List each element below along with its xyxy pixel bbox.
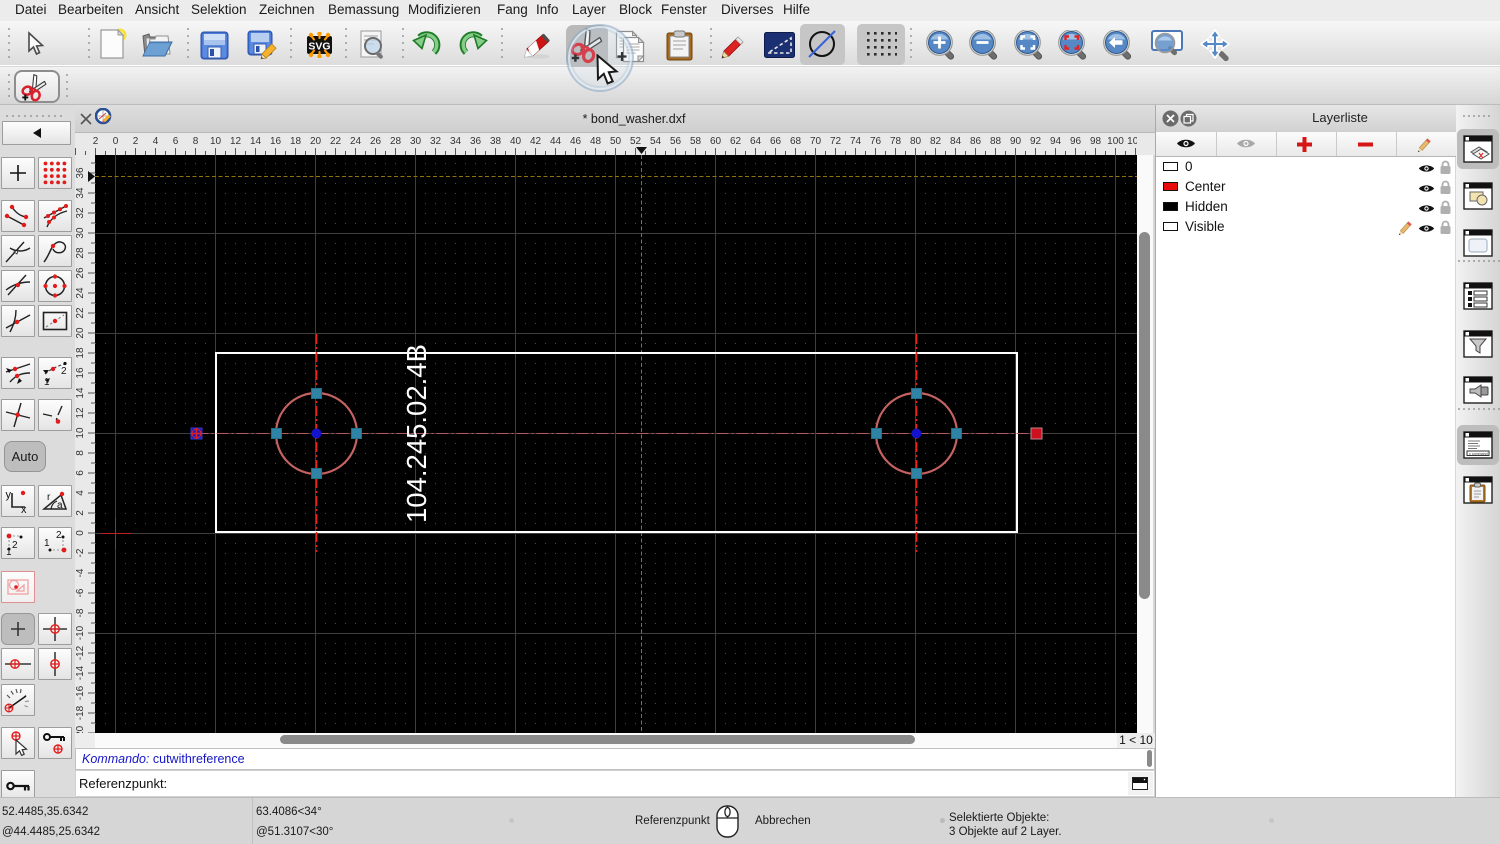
svg-text:1: 1 — [6, 547, 12, 556]
svg-text:64: 64 — [750, 136, 762, 147]
svg-text:16: 16 — [75, 367, 86, 379]
svg-text:42: 42 — [530, 136, 542, 147]
svg-text:40: 40 — [510, 136, 522, 147]
svg-text:-16: -16 — [75, 685, 86, 700]
svg-text:-14: -14 — [75, 665, 86, 680]
svg-text:10: 10 — [210, 136, 222, 147]
svg-text:94: 94 — [1050, 136, 1062, 147]
svg-text:36: 36 — [75, 167, 86, 179]
svg-text:46: 46 — [570, 136, 582, 147]
svg-text:26: 26 — [370, 136, 382, 147]
svg-text:0: 0 — [75, 530, 86, 536]
svg-text:100: 100 — [1107, 136, 1124, 147]
svg-text:12: 12 — [230, 136, 242, 147]
svg-text:32: 32 — [430, 136, 442, 147]
svg-text:98: 98 — [1090, 136, 1102, 147]
svg-text:84: 84 — [950, 136, 962, 147]
svg-text:4: 4 — [153, 136, 159, 147]
svg-text:34: 34 — [450, 136, 462, 147]
svg-text:56: 56 — [670, 136, 682, 147]
svg-text:2: 2 — [56, 530, 62, 541]
svg-text:18: 18 — [75, 347, 86, 359]
svg-text:68: 68 — [790, 136, 802, 147]
svg-text:72: 72 — [830, 136, 842, 147]
svg-text:74: 74 — [850, 136, 862, 147]
svg-text:26: 26 — [75, 267, 86, 279]
svg-text:16: 16 — [270, 136, 282, 147]
svg-text:58: 58 — [690, 136, 702, 147]
svg-text:-20: -20 — [75, 725, 86, 733]
svg-text:2: 2 — [61, 366, 67, 377]
svg-text:62: 62 — [730, 136, 742, 147]
svg-text:38: 38 — [490, 136, 502, 147]
svg-text:44: 44 — [550, 136, 562, 147]
svg-text:20: 20 — [310, 136, 322, 147]
svg-text:48: 48 — [590, 136, 602, 147]
svg-text:a: a — [57, 500, 63, 511]
svg-text:-4: -4 — [75, 568, 86, 577]
svg-text:30: 30 — [410, 136, 422, 147]
svg-text:0: 0 — [113, 136, 119, 147]
svg-text:-6: -6 — [75, 588, 86, 597]
svg-text:90: 90 — [1010, 136, 1022, 147]
svg-text:10: 10 — [75, 427, 86, 439]
svg-text:52: 52 — [630, 136, 642, 147]
svg-text:22: 22 — [330, 136, 342, 147]
svg-text:18: 18 — [290, 136, 302, 147]
svg-text:1: 1 — [44, 538, 50, 549]
svg-text:76: 76 — [870, 136, 882, 147]
svg-text:32: 32 — [75, 207, 86, 219]
svg-text:14: 14 — [250, 136, 262, 147]
svg-text:50: 50 — [610, 136, 622, 147]
svg-text:24: 24 — [75, 287, 86, 299]
svg-text:2: 2 — [93, 136, 99, 147]
svg-text:86: 86 — [970, 136, 982, 147]
svg-text:y: y — [6, 489, 12, 501]
svg-text:20: 20 — [75, 327, 86, 339]
svg-text:12: 12 — [75, 407, 86, 419]
svg-text:x: x — [21, 504, 27, 514]
svg-text:-18: -18 — [75, 705, 86, 720]
svg-text:34: 34 — [75, 187, 86, 199]
svg-text:r: r — [47, 492, 51, 503]
svg-text:8: 8 — [193, 136, 199, 147]
svg-text:-8: -8 — [75, 608, 86, 617]
svg-text:-2: -2 — [75, 548, 86, 557]
svg-text:2: 2 — [12, 540, 18, 551]
svg-text:70: 70 — [810, 136, 822, 147]
svg-text:8: 8 — [75, 450, 86, 456]
svg-text:92: 92 — [1030, 136, 1042, 147]
svg-text:24: 24 — [350, 136, 362, 147]
svg-text:60: 60 — [710, 136, 722, 147]
svg-text:28: 28 — [75, 247, 86, 259]
svg-text:54: 54 — [650, 136, 662, 147]
svg-text:1: 1 — [44, 377, 50, 386]
svg-text:102: 102 — [1127, 136, 1137, 147]
svg-text:SVG: SVG — [308, 41, 330, 53]
svg-text:78: 78 — [890, 136, 902, 147]
svg-text:2: 2 — [133, 136, 139, 147]
svg-text:6: 6 — [173, 136, 179, 147]
svg-text:66: 66 — [770, 136, 782, 147]
svg-text:104.245.02.4B: 104.245.02.4B — [401, 344, 432, 523]
svg-text:-10: -10 — [75, 625, 86, 640]
svg-text:-12: -12 — [75, 645, 86, 660]
svg-text:96: 96 — [1070, 136, 1082, 147]
svg-text:22: 22 — [75, 307, 86, 319]
svg-text:82: 82 — [930, 136, 942, 147]
svg-text:80: 80 — [910, 136, 922, 147]
svg-text:2: 2 — [75, 510, 86, 516]
svg-text:30: 30 — [75, 227, 86, 239]
svg-text:88: 88 — [990, 136, 1002, 147]
svg-text:c command: c command — [1469, 452, 1488, 456]
svg-text:6: 6 — [75, 470, 86, 476]
svg-text:14: 14 — [75, 387, 86, 399]
svg-text:4: 4 — [75, 490, 86, 496]
svg-text:28: 28 — [390, 136, 402, 147]
svg-text:36: 36 — [470, 136, 482, 147]
